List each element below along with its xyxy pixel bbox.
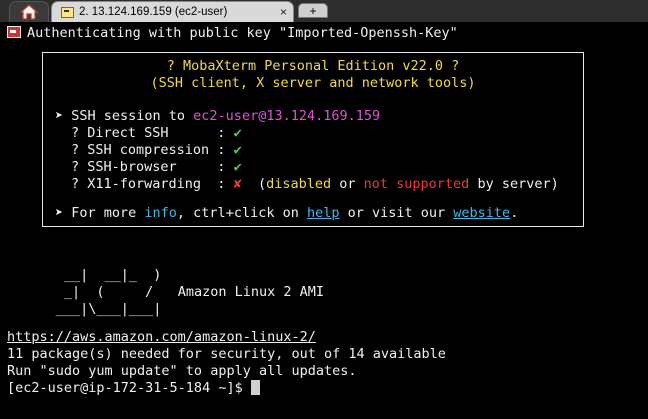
check-icon: ✔ [233, 142, 242, 158]
terminal-icon [61, 6, 74, 18]
x11-note-open: ( [241, 176, 267, 192]
text-cursor [250, 380, 260, 395]
feature-label: ? SSH compression : [71, 142, 234, 158]
auth-text: Authenticating with public key "Imported… [27, 25, 458, 41]
ascii-line: __| __|_ ) [7, 267, 162, 283]
home-icon [20, 4, 38, 20]
ami-label: Amazon Linux 2 AMI [177, 284, 324, 300]
check-icon: ✔ [233, 125, 242, 141]
x11-by-server: by server) [469, 176, 559, 192]
tab-title: 2. 13.124.169.159 (ec2-user) [79, 6, 228, 18]
terminal-area[interactable]: Authenticating with public key "Imported… [0, 22, 648, 419]
x11-not-supported: not supported [363, 176, 470, 192]
x11-or: or [331, 176, 364, 192]
ami-ascii-art: __| __|_ ) _| ( / Amazon Linux 2 AMI ___… [7, 267, 324, 318]
feature-label: ? Direct SSH : [71, 125, 234, 141]
session-prefix: ➤ SSH session to [55, 108, 194, 124]
feature-label: ? X11-forwarding : [71, 176, 234, 192]
more-mid2: or visit our [339, 205, 454, 221]
session-line: ➤ SSH session to ec2-user@13.124.169.159 [55, 108, 380, 125]
check-icon: ✔ [233, 159, 242, 175]
feature-label: ? SSH-browser : [71, 159, 234, 175]
tab-home[interactable] [9, 1, 49, 22]
ascii-line-with-label: _| ( / Amazon Linux 2 AMI [7, 284, 324, 301]
prompt-line[interactable]: [ec2-user@ip-172-31-5-184 ~]$ [7, 380, 260, 397]
cross-icon: ✘ [233, 176, 242, 192]
welcome-banner: ? MobaXterm Personal Edition v22.0 ? (SS… [42, 52, 584, 227]
amazon-linux-url[interactable]: https://aws.amazon.com/amazon-linux-2/ [7, 329, 316, 346]
more-mid: , ctrl+click on [176, 205, 307, 221]
tab-session-active[interactable]: 2. 13.124.169.159 (ec2-user) × [51, 1, 294, 22]
x11-disabled: disabled [266, 176, 332, 192]
feature-ssh-browser: ? SSH-browser : ✔ [71, 159, 242, 176]
feature-ssh-compression: ? SSH compression : ✔ [71, 142, 242, 159]
tab-bar: 2. 13.124.169.159 (ec2-user) × + [0, 0, 648, 22]
close-icon[interactable]: × [280, 6, 287, 18]
banner-title: ? MobaXterm Personal Edition v22.0 ? [166, 58, 460, 74]
ascii-line: _| ( / [7, 284, 178, 300]
key-icon [7, 26, 21, 38]
more-info-line: ➤ For more info, ctrl+click on help or v… [55, 205, 518, 222]
new-tab-button[interactable]: + [298, 3, 328, 18]
session-target: ec2-user@13.124.169.159 [193, 108, 381, 124]
info-link[interactable]: info [144, 205, 177, 221]
auth-line: Authenticating with public key "Imported… [7, 25, 458, 42]
shell-prompt: [ec2-user@ip-172-31-5-184 ~]$ [7, 380, 251, 396]
feature-x11-forwarding: ? X11-forwarding : ✘ (disabled or not su… [71, 176, 559, 193]
ascii-line: ___|\___|___| [7, 301, 162, 317]
website-link[interactable]: website [453, 205, 510, 221]
security-line: 11 package(s) needed for security, out o… [7, 346, 446, 362]
help-link[interactable]: help [307, 205, 340, 221]
feature-direct-ssh: ? Direct SSH : ✔ [71, 125, 242, 142]
banner-subtitle: (SSH client, X server and network tools) [150, 75, 476, 91]
more-end: . [510, 205, 519, 221]
more-prefix: ➤ For more [55, 205, 145, 221]
update-line: Run "sudo yum update" to apply all updat… [7, 363, 357, 379]
